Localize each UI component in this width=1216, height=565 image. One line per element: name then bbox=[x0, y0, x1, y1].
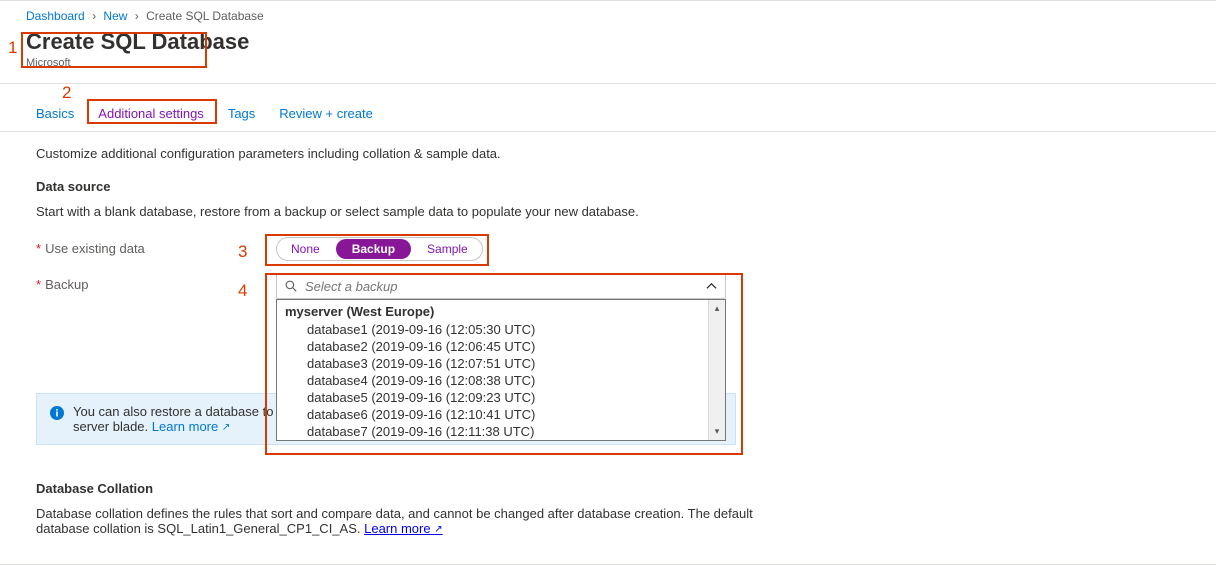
scrollbar-up-icon[interactable]: ▴ bbox=[709, 300, 725, 317]
dropdown-item[interactable]: database6 (2019-09-16 (12:10:41 UTC) bbox=[285, 406, 725, 423]
backup-dropdown: myserver (West Europe) database1 (2019-0… bbox=[276, 299, 726, 441]
section-data-source-desc: Start with a blank database, restore fro… bbox=[36, 204, 1180, 219]
chevron-up-icon bbox=[706, 281, 717, 292]
breadcrumb: Dashboard › New › Create SQL Database bbox=[0, 1, 1216, 29]
page: Dashboard › New › Create SQL Database Cr… bbox=[0, 0, 1216, 565]
section-collation-title: Database Collation bbox=[36, 481, 1180, 496]
required-marker: * bbox=[36, 241, 41, 256]
dropdown-scrollbar[interactable]: ▴ ▾ bbox=[708, 300, 725, 440]
dropdown-item[interactable]: database5 (2019-09-16 (12:09:23 UTC) bbox=[285, 389, 725, 406]
breadcrumb-link-new[interactable]: New bbox=[103, 9, 127, 23]
search-icon bbox=[285, 280, 297, 292]
learn-more-link[interactable]: Learn more ↗ bbox=[364, 521, 443, 536]
required-marker: * bbox=[36, 277, 41, 292]
section-collation: Database Collation Database collation de… bbox=[36, 481, 1180, 536]
page-title: Create SQL Database bbox=[26, 29, 1190, 55]
dropdown-item[interactable]: database4 (2019-09-16 (12:08:38 UTC) bbox=[285, 372, 725, 389]
scrollbar-down-icon[interactable]: ▾ bbox=[709, 423, 725, 440]
field-label-backup: Backup bbox=[45, 277, 88, 292]
dropdown-item[interactable]: database1 (2019-09-16 (12:05:30 UTC) bbox=[285, 321, 725, 338]
dropdown-item[interactable]: database7 (2019-09-16 (12:11:38 UTC) bbox=[285, 423, 725, 440]
option-backup[interactable]: Backup bbox=[336, 239, 411, 259]
field-use-existing-data: * Use existing data None Backup Sample bbox=[36, 237, 1180, 261]
dropdown-item[interactable]: database3 (2019-09-16 (12:07:51 UTC) bbox=[285, 355, 725, 372]
content: Customize additional configuration param… bbox=[0, 132, 1180, 536]
backup-search-input[interactable] bbox=[303, 278, 706, 295]
option-sample[interactable]: Sample bbox=[413, 238, 482, 260]
tab-review-create[interactable]: Review + create bbox=[269, 100, 383, 131]
tab-bar: Basics Additional settings Tags Review +… bbox=[0, 84, 1216, 132]
field-backup: * Backup myserver (West Europe) dat bbox=[36, 273, 1180, 441]
tab-tags[interactable]: Tags bbox=[218, 100, 265, 131]
intro-text: Customize additional configuration param… bbox=[36, 146, 1180, 161]
section-collation-desc: Database collation defines the rules tha… bbox=[36, 506, 756, 536]
backup-combobox[interactable] bbox=[276, 273, 726, 299]
use-existing-data-toggle: None Backup Sample bbox=[276, 237, 483, 261]
scrollbar-track[interactable] bbox=[709, 317, 725, 423]
page-subtitle: Microsoft bbox=[26, 57, 1190, 69]
page-header: Create SQL Database Microsoft bbox=[0, 29, 1216, 84]
section-data-source-title: Data source bbox=[36, 179, 1180, 194]
dropdown-group-header: myserver (West Europe) bbox=[285, 302, 725, 321]
option-none[interactable]: None bbox=[277, 238, 334, 260]
breadcrumb-sep: › bbox=[135, 9, 139, 23]
breadcrumb-sep: › bbox=[92, 9, 96, 23]
tab-additional-settings[interactable]: Additional settings bbox=[88, 100, 214, 131]
dropdown-item[interactable]: database2 (2019-09-16 (12:06:45 UTC) bbox=[285, 338, 725, 355]
breadcrumb-link-dashboard[interactable]: Dashboard bbox=[26, 9, 85, 23]
field-label-use-existing: Use existing data bbox=[45, 241, 145, 256]
tab-basics[interactable]: Basics bbox=[26, 100, 84, 131]
external-link-icon: ↗ bbox=[434, 524, 442, 535]
breadcrumb-current: Create SQL Database bbox=[146, 9, 264, 23]
